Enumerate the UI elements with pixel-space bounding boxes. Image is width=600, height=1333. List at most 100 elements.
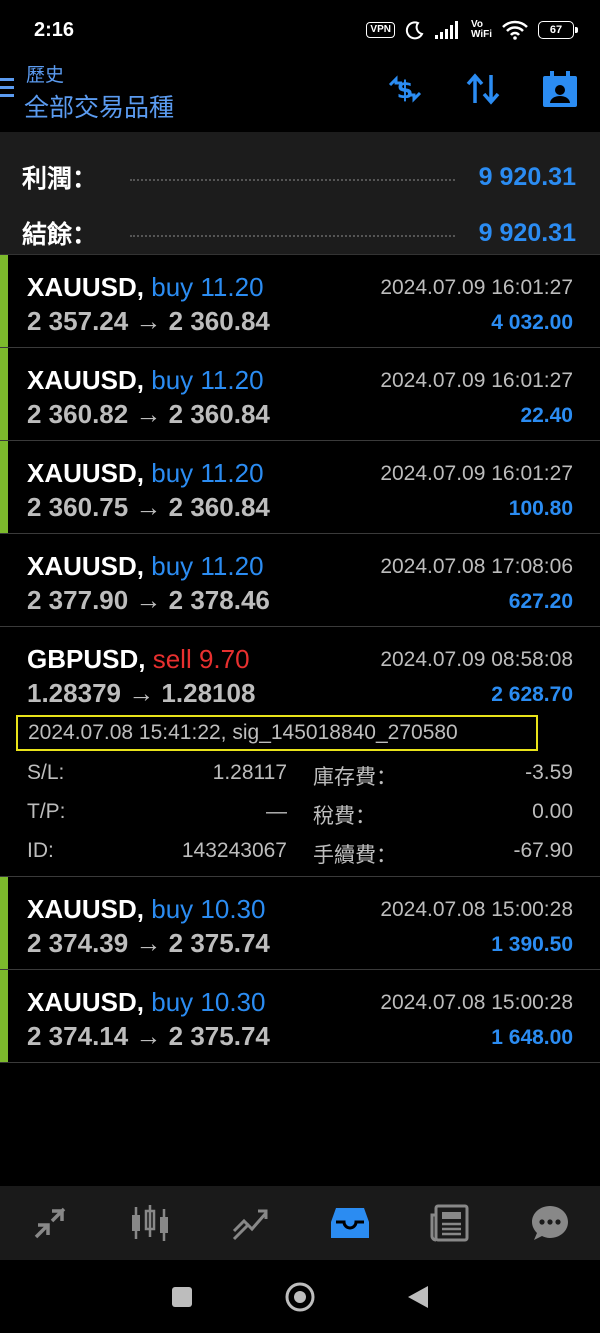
back-icon[interactable]	[406, 1284, 430, 1310]
status-bar: 2:16 VPN Vo WiFi 67	[0, 0, 600, 60]
balance-label: 結餘：	[22, 221, 98, 249]
chat-icon	[532, 1206, 568, 1240]
deal-profit: 4 032.00	[491, 311, 573, 334]
deal-time: 2024.07.09 08:58:08	[380, 648, 573, 671]
page-title[interactable]: 全部交易品種	[24, 88, 174, 124]
app-header: 歷史 全部交易品種 $	[0, 60, 600, 132]
recents-icon[interactable]	[170, 1285, 194, 1309]
profit-value: 9 920.31	[478, 162, 576, 191]
deal-time: 2024.07.09 16:01:27	[380, 369, 573, 392]
deal-row[interactable]: XAUUSD, buy 11.20 2 360.75 → 2 360.84 20…	[0, 441, 600, 534]
summary-panel: 利潤： 9 920.31 結餘： 9 920.31	[0, 132, 600, 254]
deal-type: buy 10.30	[151, 987, 266, 1017]
swap-value: -3.59	[525, 761, 573, 784]
history-icon	[331, 1208, 369, 1238]
deal-time: 2024.07.08 15:00:28	[380, 991, 573, 1014]
deal-type: buy 10.30	[151, 894, 266, 924]
bottom-nav	[0, 1186, 600, 1260]
deal-profit: 100.80	[508, 497, 573, 520]
nav-news[interactable]	[420, 1193, 480, 1253]
deal-row[interactable]: XAUUSD, buy 11.20 2 360.82 → 2 360.84 20…	[0, 348, 600, 441]
deal-profit: 2 628.70	[491, 683, 573, 706]
deal-row[interactable]: XAUUSD, buy 10.30 2 374.14 → 2 375.74 20…	[0, 970, 600, 1063]
wifi-icon	[502, 20, 528, 40]
profit-row: 利潤： 9 920.31	[22, 132, 576, 204]
deal-prices: 1.28379 → 1.28108	[27, 678, 256, 708]
header-actions: $	[386, 70, 578, 108]
volte-icon: Vo WiFi	[471, 20, 492, 40]
battery-icon: 67	[538, 21, 578, 39]
deal-symbol: XAUUSD,	[27, 551, 145, 581]
deal-symbol: XAUUSD,	[27, 458, 145, 488]
deal-time: 2024.07.08 15:00:28	[380, 898, 573, 921]
balance-row: 結餘： 9 920.31	[22, 204, 576, 262]
deal-row[interactable]: XAUUSD, buy 11.20 2 377.90 → 2 378.46 20…	[0, 534, 600, 627]
deal-type: sell 9.70	[152, 644, 250, 674]
sl-value: 1.28117	[212, 761, 287, 784]
page-subtitle: 歷史	[26, 65, 65, 86]
deal-profit: 627.20	[508, 590, 573, 613]
deal-header: XAUUSD, buy 11.20	[27, 551, 264, 582]
signal-icon	[434, 21, 458, 39]
deal-profit: 22.40	[520, 404, 573, 427]
deal-header: XAUUSD, buy 11.20	[27, 365, 264, 396]
home-icon[interactable]	[284, 1281, 316, 1313]
nav-chat[interactable]	[520, 1193, 580, 1253]
calendar-icon[interactable]	[542, 70, 578, 108]
deal-type: buy 11.20	[151, 365, 264, 395]
nav-trade[interactable]	[220, 1193, 280, 1253]
deal-prices: 2 374.14 → 2 375.74	[27, 1021, 270, 1051]
deal-symbol: XAUUSD,	[27, 272, 145, 302]
svg-text:$: $	[397, 76, 414, 104]
menu-icon[interactable]	[0, 78, 14, 98]
deal-header: XAUUSD, buy 11.20	[27, 458, 264, 489]
buy-accent-bar	[0, 348, 8, 440]
deal-prices: 2 360.75 → 2 360.84	[27, 492, 270, 522]
deal-header: XAUUSD, buy 10.30	[27, 894, 265, 925]
tax-value: 0.00	[532, 800, 573, 823]
moon-icon	[405, 21, 424, 40]
deal-prices: 2 357.24 → 2 360.84	[27, 306, 270, 336]
commission-label: 手續費：	[313, 844, 397, 867]
deal-profit: 1 390.50	[491, 933, 573, 956]
deal-time: 2024.07.09 16:01:27	[380, 276, 573, 299]
nav-history[interactable]	[320, 1193, 380, 1253]
buy-accent-bar	[0, 255, 8, 347]
chart-icon	[132, 1205, 168, 1241]
id-value: 143243067	[181, 839, 287, 862]
deal-row[interactable]: XAUUSD, buy 11.20 2 357.24 → 2 360.84 20…	[0, 255, 600, 348]
buy-accent-bar	[0, 441, 8, 533]
deal-time: 2024.07.09 16:01:27	[380, 462, 573, 485]
sort-icon[interactable]	[466, 73, 500, 105]
deal-profit: 1 648.00	[491, 1026, 573, 1049]
system-nav-bar	[0, 1260, 600, 1333]
status-time: 2:16	[34, 18, 75, 41]
news-icon	[430, 1204, 469, 1242]
vpn-icon: VPN	[366, 22, 395, 38]
deal-comment: 2024.07.08 15:41:22, sig_145018840_27058…	[16, 715, 538, 751]
dots-divider	[130, 229, 455, 237]
currency-exchange-icon[interactable]: $	[386, 71, 424, 107]
deal-row[interactable]: XAUUSD, buy 10.30 2 374.39 → 2 375.74 20…	[0, 877, 600, 970]
id-label: ID:	[27, 839, 54, 862]
deal-symbol: XAUUSD,	[27, 365, 145, 395]
nav-quotes[interactable]	[20, 1193, 80, 1253]
quotes-icon	[34, 1207, 66, 1239]
swap-label: 庫存費：	[313, 766, 397, 789]
deals-list: XAUUSD, buy 11.20 2 357.24 → 2 360.84 20…	[0, 254, 600, 1063]
deal-type: buy 11.20	[151, 458, 264, 488]
volte-bottom: WiFi	[470, 29, 492, 40]
deal-type: buy 11.20	[151, 551, 264, 581]
deal-symbol: GBPUSD,	[27, 644, 146, 674]
trade-icon	[232, 1209, 268, 1241]
balance-value: 9 920.31	[478, 218, 576, 247]
deal-header: XAUUSD, buy 10.30	[27, 987, 265, 1018]
deal-type: buy 11.20	[151, 272, 264, 302]
nav-chart[interactable]	[120, 1193, 180, 1253]
status-icons: VPN Vo WiFi 67	[366, 20, 578, 40]
tp-label: T/P:	[27, 800, 66, 823]
deal-row-expanded[interactable]: GBPUSD, sell 9.70 1.28379 → 1.28108 2024…	[0, 627, 600, 877]
deal-symbol: XAUUSD,	[27, 894, 145, 924]
tax-label: 稅費：	[313, 805, 376, 828]
deal-header: XAUUSD, buy 11.20	[27, 272, 264, 303]
